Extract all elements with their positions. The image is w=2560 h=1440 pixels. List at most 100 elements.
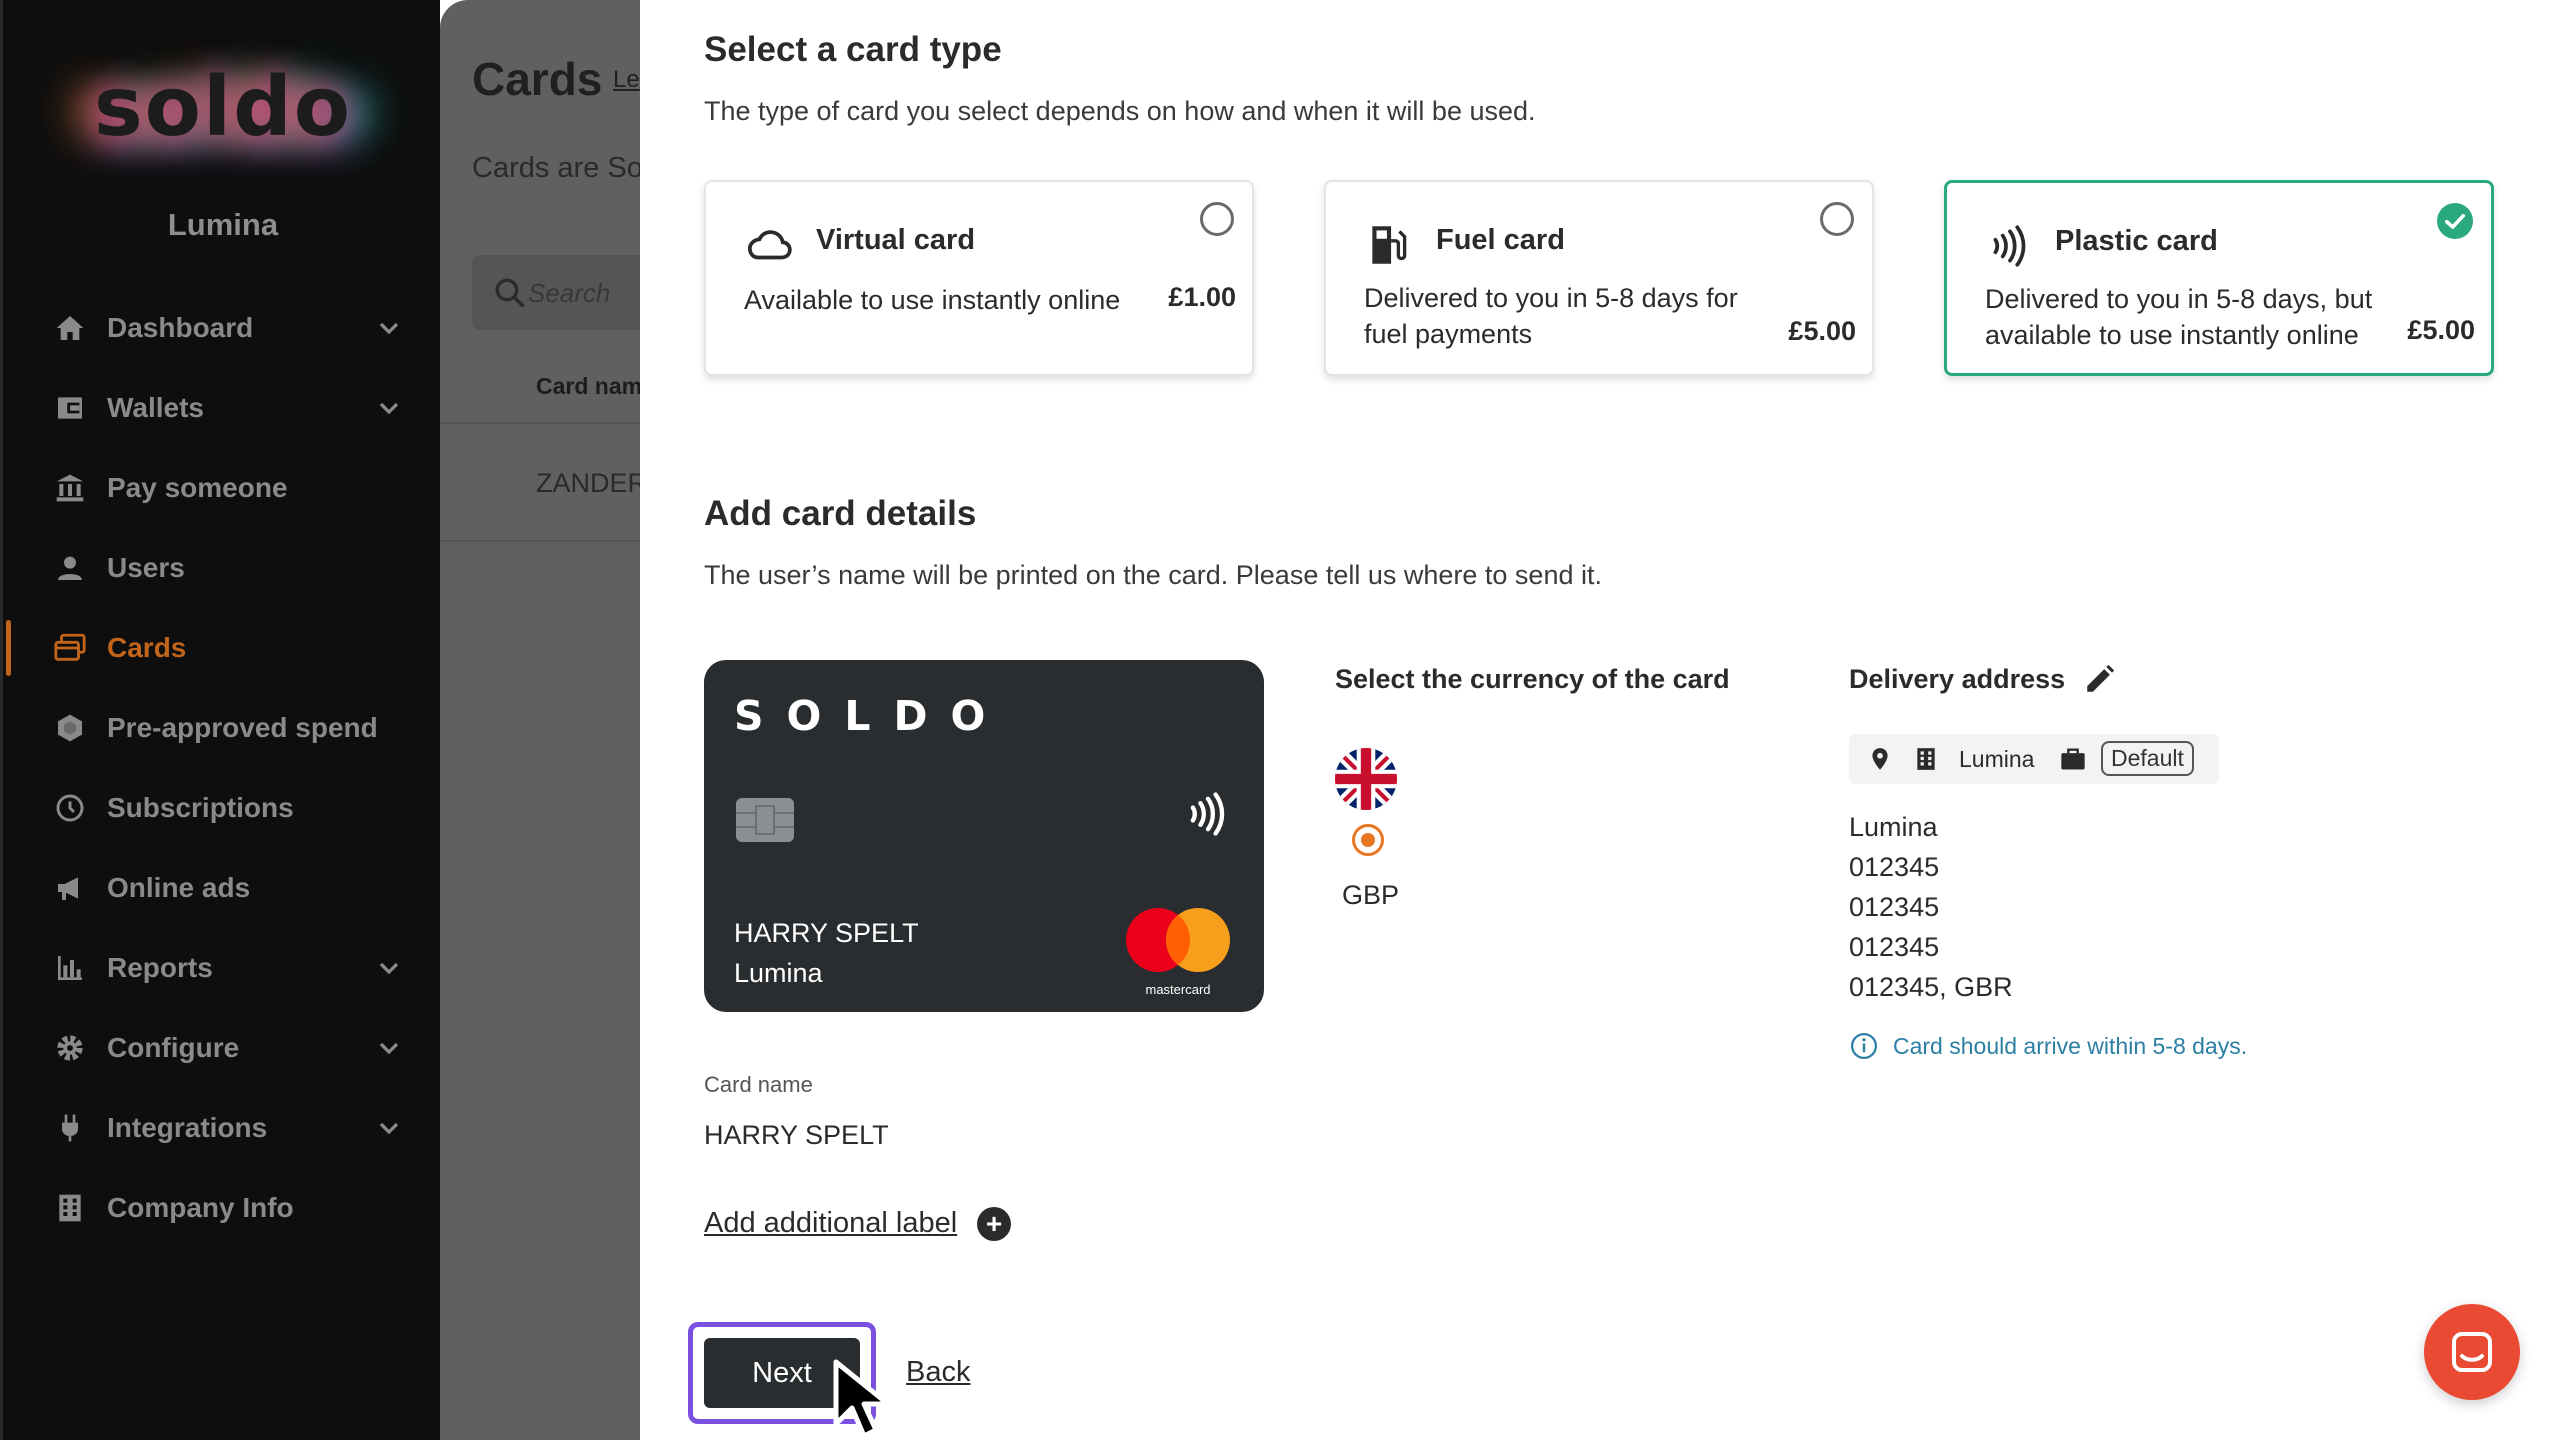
card-details-title: Add card details (704, 494, 977, 533)
contactless-icon (1993, 225, 2026, 267)
sidebar: soldo Lumina Dashboard Wallets Pay someo… (0, 0, 440, 1440)
address-line: 012345, GBR (1849, 972, 2013, 1002)
sidebar-item-label: Pre-approved spend (107, 712, 378, 743)
logo-text: soldo (93, 60, 353, 155)
card-type-name: Plastic card (2055, 225, 2218, 257)
card-brand: SOLDO (734, 692, 1009, 740)
background-cards-page: Cards Le Cards are So Search Card nam ZA… (440, 0, 640, 1440)
sidebar-item-pay-someone[interactable]: Pay someone (3, 448, 443, 528)
info-icon (1851, 1033, 1877, 1059)
sidebar-item-users[interactable]: Users (3, 528, 443, 608)
mastercard-label: mastercard (1145, 982, 1210, 997)
briefcase-icon (2061, 748, 2085, 770)
sidebar-item-label: Integrations (107, 1112, 268, 1143)
back-link[interactable]: Back (906, 1356, 970, 1389)
address-chip[interactable]: Lumina Default (1849, 734, 2219, 784)
bank-icon (53, 471, 87, 505)
megaphone-icon (53, 871, 87, 905)
learn-more-link: Le (613, 66, 640, 93)
chip-icon (736, 798, 794, 842)
wallet-icon (53, 391, 87, 425)
card-type-description: Delivered to you in 5-8 days, but availa… (1985, 284, 2373, 350)
column-header-card-name: Card nam (536, 373, 640, 399)
sidebar-item-dashboard[interactable]: Dashboard (3, 288, 443, 368)
clock-icon (53, 791, 87, 825)
chat-support-button[interactable] (2424, 1304, 2520, 1400)
currency-code: GBP (1342, 880, 1400, 910)
sidebar-item-subscriptions[interactable]: Subscriptions (3, 768, 443, 848)
sidebar-item-label: Company Info (107, 1192, 294, 1223)
search-placeholder: Search (528, 278, 611, 308)
sidebar-item-wallets[interactable]: Wallets (3, 368, 443, 448)
sidebar-item-label: Configure (107, 1032, 240, 1063)
card-type-price: £1.00 (1168, 282, 1236, 312)
card-organization: Lumina (734, 958, 823, 988)
currency-radio-selected[interactable] (1352, 824, 1384, 856)
card-type-price: £5.00 (2407, 315, 2475, 345)
card-type-option-plastic[interactable]: Plastic card Delivered to you in 5-8 day… (1944, 180, 2494, 376)
plus-circle-icon[interactable]: + (977, 1207, 1011, 1241)
add-additional-label-link[interactable]: Add additional label (704, 1207, 957, 1240)
uk-flag-icon[interactable] (1335, 748, 1397, 810)
radio-unselected[interactable] (1200, 202, 1234, 236)
building-icon (53, 1191, 87, 1225)
sidebar-item-label: Users (107, 552, 185, 583)
plug-icon (53, 1111, 87, 1145)
card-type-name: Virtual card (816, 224, 976, 256)
contactless-icon (1190, 792, 1225, 836)
card-type-title: Select a card type (704, 30, 1002, 69)
card-type-option-fuel[interactable]: Fuel card Delivered to you in 5-8 days f… (1324, 180, 1874, 376)
radio-unselected[interactable] (1820, 202, 1854, 236)
card-name-value: HARRY SPELT (704, 1120, 889, 1150)
fuel-pump-icon (1372, 226, 1407, 264)
sidebar-item-label: Online ads (107, 872, 251, 903)
sidebar-item-online-ads[interactable]: Online ads (3, 848, 443, 928)
chevron-down-icon[interactable] (373, 1112, 405, 1144)
chevron-down-icon[interactable] (373, 952, 405, 984)
delivery-address-label: Delivery address (1849, 664, 2066, 694)
card-preview: SOLDO HARRY SPELT Lumina mastercard (704, 660, 1264, 1012)
card-type-option-virtual[interactable]: Virtual card Available to use instantly … (704, 180, 1254, 376)
address-line: 012345 (1849, 892, 1940, 922)
sidebar-item-company-info[interactable]: Company Info (3, 1168, 443, 1248)
sidebar-nav: Dashboard Wallets Pay someone Users Card… (3, 288, 443, 1248)
bar-chart-icon (53, 951, 87, 985)
cloud-icon (747, 230, 792, 260)
address-line: Lumina (1849, 812, 1938, 842)
search-icon (495, 278, 525, 308)
card-name-label: Card name (704, 1072, 813, 1097)
edit-pencil-icon[interactable] (2083, 662, 2117, 696)
check-circle-icon[interactable] (2437, 203, 2473, 239)
location-pin-icon (1872, 748, 1888, 770)
chevron-down-icon[interactable] (373, 392, 405, 424)
organization-name: Lumina (167, 207, 279, 242)
address-chip-name: Lumina (1959, 746, 2035, 772)
card-type-description: Delivered to you in 5-8 days for fuel pa… (1364, 283, 1738, 349)
gear-icon (53, 1031, 87, 1065)
page-title: Cards (472, 53, 603, 105)
sidebar-item-configure[interactable]: Configure (3, 1008, 443, 1088)
sidebar-item-reports[interactable]: Reports (3, 928, 443, 1008)
card-type-price: £5.00 (1788, 316, 1856, 346)
page-subtitle: Cards are So (472, 152, 640, 184)
sidebar-item-label: Pay someone (107, 472, 288, 503)
default-badge: Default (2101, 741, 2194, 776)
mouse-cursor-icon (833, 1359, 891, 1439)
card-type-name: Fuel card (1436, 224, 1565, 256)
chevron-down-icon[interactable] (373, 1032, 405, 1064)
delivery-note-text: Card should arrive within 5-8 days. (1893, 1032, 2248, 1059)
card-holder-name: HARRY SPELT (734, 918, 919, 948)
cards-icon (53, 631, 87, 665)
chevron-down-icon[interactable] (373, 312, 405, 344)
sidebar-item-cards[interactable]: Cards (3, 608, 443, 688)
hexagon-icon (53, 711, 87, 745)
divider (440, 422, 640, 424)
building-icon (1917, 748, 1935, 770)
soldo-logo[interactable]: soldo (3, 60, 443, 155)
user-icon (53, 551, 87, 585)
sidebar-item-label: Dashboard (107, 312, 254, 343)
sidebar-item-pre-approved-spend[interactable]: Pre-approved spend (3, 688, 443, 768)
currency-label: Select the currency of the card (1335, 664, 1730, 694)
home-icon (53, 311, 87, 345)
sidebar-item-integrations[interactable]: Integrations (3, 1088, 443, 1168)
